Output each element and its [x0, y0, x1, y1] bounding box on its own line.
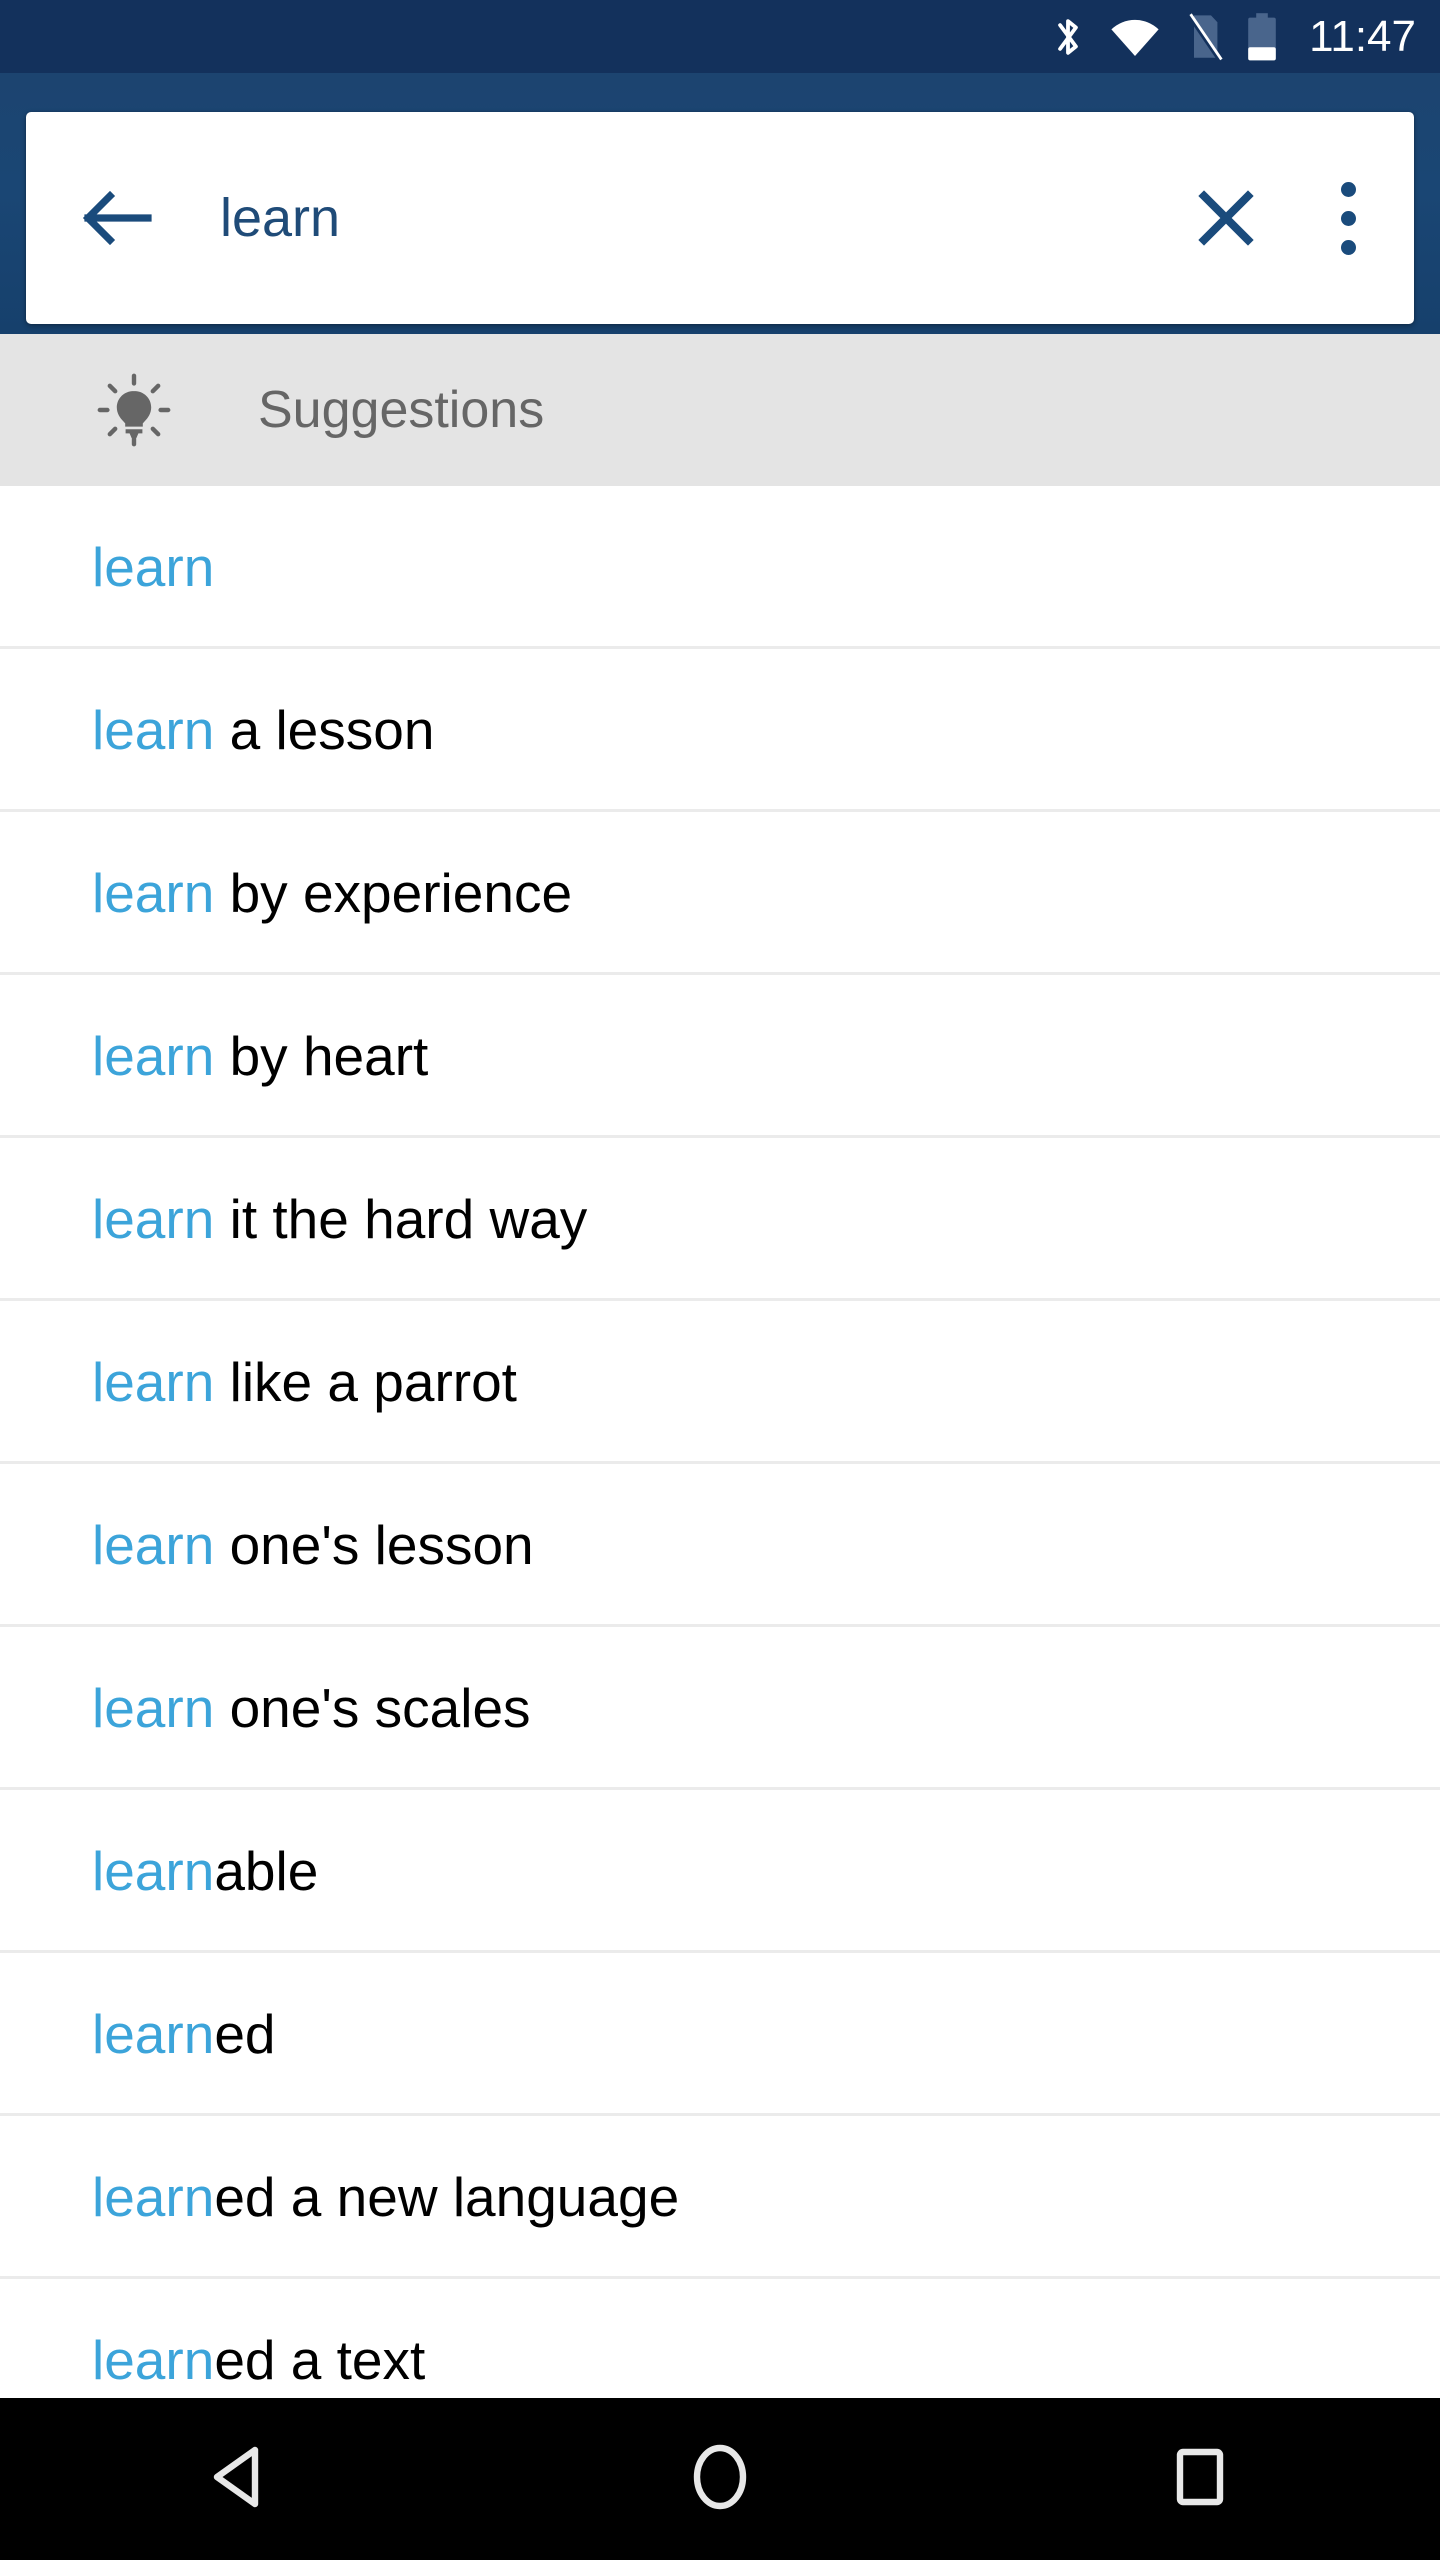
wifi-icon	[1109, 15, 1161, 59]
suggestion-suffix: ed a text	[214, 2328, 426, 2391]
status-clock: 11:47	[1309, 11, 1416, 61]
suggestion-prefix: learn	[92, 535, 215, 598]
suggestion-text: learn it the hard way	[92, 1187, 588, 1250]
suggestion-prefix: learn	[92, 861, 215, 924]
suggestion-prefix: learn	[92, 2002, 215, 2065]
menu-dot-3	[1340, 239, 1356, 255]
suggestion-text: learn one's lesson	[92, 1513, 534, 1576]
suggestion-text: learn one's scales	[92, 1676, 531, 1739]
search-bar: learn	[26, 112, 1414, 324]
suggestion-prefix: learn	[92, 2165, 215, 2228]
suggestions-label: Suggestions	[258, 381, 545, 439]
suggestion-suffix: by experience	[214, 861, 573, 924]
suggestion-suffix: it the hard way	[214, 1187, 588, 1250]
list-item[interactable]: learn a lesson	[0, 649, 1440, 812]
list-item[interactable]: learn like a parrot	[0, 1301, 1440, 1464]
suggestion-text: learnable	[92, 1839, 319, 1902]
no-sim-icon	[1183, 12, 1223, 61]
suggestion-prefix: learn	[92, 1350, 215, 1413]
list-item[interactable]: learnable	[0, 1790, 1440, 1953]
recents-button[interactable]	[1100, 2398, 1300, 2560]
suggestions-header: Suggestions	[0, 334, 1440, 486]
suggestion-text: learn a lesson	[92, 698, 435, 761]
suggestion-prefix: learn	[92, 1024, 215, 1087]
suggestion-prefix: learn	[92, 1187, 215, 1250]
suggestion-text: learned	[92, 2002, 276, 2065]
suggestion-suffix: one's lesson	[214, 1513, 534, 1576]
suggestion-suffix: by heart	[214, 1024, 429, 1087]
suggestion-suffix: ed	[214, 2002, 276, 2065]
suggestion-text: learn	[92, 535, 215, 598]
suggestion-suffix: able	[214, 1839, 319, 1902]
list-item[interactable]: learn	[0, 486, 1440, 649]
bluetooth-icon	[1049, 14, 1087, 60]
suggestion-text: learn by experience	[92, 861, 573, 924]
circle-icon	[689, 2442, 751, 2517]
list-item[interactable]: learn it the hard way	[0, 1138, 1440, 1301]
suggestion-suffix: a lesson	[214, 698, 435, 761]
navigation-bar	[0, 2398, 1440, 2560]
list-item[interactable]: learn one's scales	[0, 1627, 1440, 1790]
close-icon[interactable]	[1180, 172, 1272, 264]
status-bar: 11:47	[0, 0, 1440, 73]
list-item[interactable]: learn by heart	[0, 975, 1440, 1138]
suggestion-suffix: like a parrot	[214, 1350, 517, 1413]
arrow-left-icon[interactable]	[72, 172, 164, 264]
list-item[interactable]: learn one's lesson	[0, 1464, 1440, 1627]
menu-dot-2	[1340, 210, 1356, 226]
battery-low-icon	[1245, 12, 1279, 62]
menu-dot-1	[1340, 181, 1356, 197]
suggestion-text: learned a new language	[92, 2165, 680, 2228]
more-vertical-icon[interactable]	[1316, 168, 1380, 268]
search-input[interactable]: learn	[220, 191, 1180, 245]
suggestion-text: learn like a parrot	[92, 1350, 517, 1413]
triangle-left-icon	[209, 2444, 271, 2515]
phone-screen: 11:47 learn Suggestions learn learn a le…	[0, 0, 1440, 2560]
list-item[interactable]: learned a new language	[0, 2116, 1440, 2279]
suggestion-prefix: learn	[92, 1513, 215, 1576]
suggestion-prefix: learn	[92, 1676, 215, 1739]
lightbulb-icon	[92, 368, 176, 452]
square-icon	[1172, 2446, 1228, 2513]
suggestion-suffix: one's scales	[214, 1676, 531, 1739]
suggestions-list[interactable]: learn learn a lesson learn by experience…	[0, 486, 1440, 2398]
suggestion-prefix: learn	[92, 2328, 215, 2391]
home-button[interactable]	[620, 2398, 820, 2560]
list-item[interactable]: learned	[0, 1953, 1440, 2116]
suggestion-prefix: learn	[92, 1839, 215, 1902]
suggestion-suffix: ed a new language	[214, 2165, 680, 2228]
back-button[interactable]	[140, 2398, 340, 2560]
list-item[interactable]: learned a text	[0, 2279, 1440, 2398]
suggestion-text: learn by heart	[92, 1024, 429, 1087]
suggestion-text: learned a text	[92, 2328, 426, 2391]
list-item[interactable]: learn by experience	[0, 812, 1440, 975]
suggestion-prefix: learn	[92, 698, 215, 761]
